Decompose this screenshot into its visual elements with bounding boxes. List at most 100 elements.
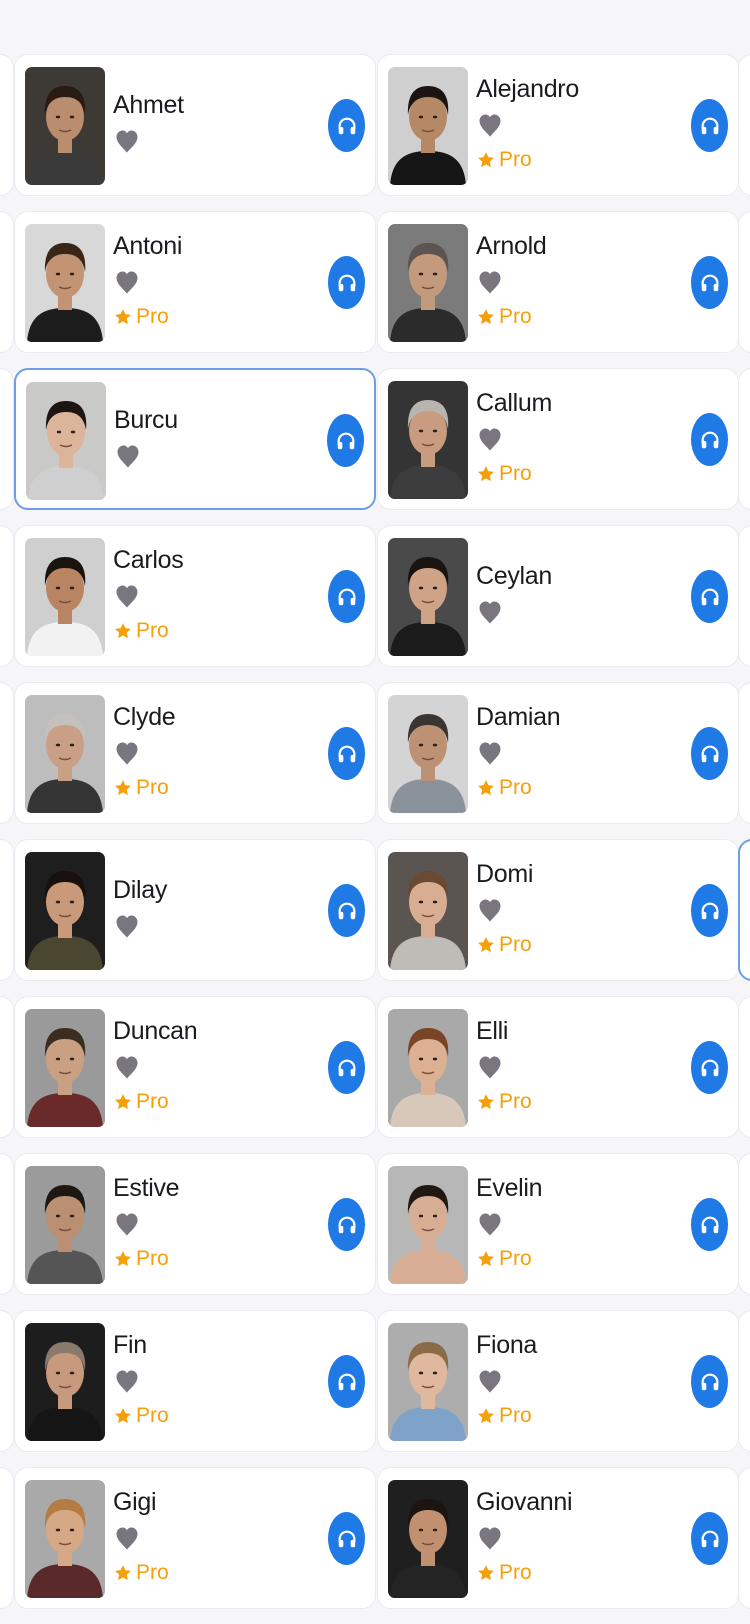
voice-name: Domi (476, 860, 534, 888)
listen-button[interactable] (327, 414, 364, 467)
heart-icon[interactable] (476, 1210, 504, 1238)
listen-button[interactable] (691, 1355, 728, 1408)
offscreen-card-right (738, 1310, 750, 1452)
headphones-icon (338, 1530, 355, 1547)
headphones-icon (701, 1373, 718, 1390)
heart-icon[interactable] (476, 739, 504, 767)
heart-icon[interactable] (113, 1367, 141, 1395)
listen-button[interactable] (328, 1355, 365, 1408)
heart-icon[interactable] (476, 1367, 504, 1395)
listen-button[interactable] (328, 256, 365, 309)
listen-button[interactable] (691, 1512, 728, 1565)
offscreen-card-left (0, 54, 14, 196)
pro-label: Pro (136, 305, 169, 328)
voice-card-antoni[interactable]: Antoni Pro (14, 211, 376, 353)
headphones-icon (338, 588, 355, 605)
offscreen-card-left (0, 1153, 14, 1295)
heart-icon[interactable] (113, 268, 141, 296)
star-icon (478, 1565, 494, 1581)
voice-name: Estive (113, 1174, 180, 1202)
pro-label: Pro (499, 933, 532, 956)
star-icon (115, 1408, 131, 1424)
voice-card-domi[interactable]: Domi Pro (377, 839, 739, 981)
headphones-icon (338, 117, 355, 134)
voice-card-alejandro[interactable]: Alejandro Pro (377, 54, 739, 196)
voice-avatar (25, 1323, 105, 1441)
pro-badge: Pro (113, 1090, 169, 1114)
listen-button[interactable] (691, 413, 728, 466)
voice-card-ahmet[interactable]: Ahmet (14, 54, 376, 196)
voice-card-elli[interactable]: Elli Pro (377, 996, 739, 1138)
voice-name: Fiona (476, 1331, 538, 1359)
listen-button[interactable] (691, 1041, 728, 1094)
pro-badge: Pro (476, 1247, 532, 1271)
voice-card-dilay[interactable]: Dilay (14, 839, 376, 981)
heart-icon[interactable] (476, 896, 504, 924)
listen-button[interactable] (691, 256, 728, 309)
listen-button[interactable] (328, 1198, 365, 1251)
voice-card-giovanni[interactable]: Giovanni Pro (377, 1467, 739, 1609)
star-icon (478, 780, 494, 796)
star-icon (478, 466, 494, 482)
voice-card-fin[interactable]: Fin Pro (14, 1310, 376, 1452)
heart-icon[interactable] (113, 1210, 141, 1238)
heart-icon[interactable] (476, 1053, 504, 1081)
heart-icon[interactable] (113, 127, 141, 155)
pro-badge: Pro (476, 1561, 532, 1585)
heart-icon[interactable] (476, 598, 504, 626)
voice-card-duncan[interactable]: Duncan Pro (14, 996, 376, 1138)
voice-avatar (388, 538, 468, 656)
voice-name: Gigi (113, 1488, 157, 1516)
voice-card-evelin[interactable]: Evelin Pro (377, 1153, 739, 1295)
heart-icon[interactable] (476, 111, 504, 139)
listen-button[interactable] (328, 99, 365, 152)
listen-button[interactable] (691, 1198, 728, 1251)
heart-icon[interactable] (113, 739, 141, 767)
heart-icon[interactable] (114, 442, 142, 470)
heart-icon[interactable] (476, 425, 504, 453)
voice-card-fiona[interactable]: Fiona Pro (377, 1310, 739, 1452)
headphones-icon (338, 1216, 355, 1233)
listen-button[interactable] (691, 884, 728, 937)
listen-button[interactable] (691, 99, 728, 152)
listen-button[interactable] (328, 1041, 365, 1094)
voice-name: Giovanni (476, 1488, 573, 1516)
headphones-icon (337, 432, 354, 449)
listen-button[interactable] (691, 727, 728, 780)
voice-card-callum[interactable]: Callum Pro (377, 368, 739, 510)
star-icon (115, 1251, 131, 1267)
pro-badge: Pro (113, 1247, 169, 1271)
voice-card-estive[interactable]: Estive Pro (14, 1153, 376, 1295)
voice-avatar (25, 852, 105, 970)
voice-card-ceylan[interactable]: Ceylan (377, 525, 739, 667)
pro-label: Pro (136, 1404, 169, 1427)
headphones-icon (701, 1059, 718, 1076)
heart-icon[interactable] (113, 912, 141, 940)
listen-button[interactable] (328, 1512, 365, 1565)
listen-button[interactable] (691, 570, 728, 623)
heart-icon[interactable] (476, 1524, 504, 1552)
listen-button[interactable] (328, 727, 365, 780)
voice-avatar (388, 1480, 468, 1598)
headphones-icon (338, 902, 355, 919)
pro-label: Pro (499, 148, 532, 171)
listen-button[interactable] (328, 884, 365, 937)
voice-avatar (25, 695, 105, 813)
voice-name: Duncan (113, 1017, 198, 1045)
pro-badge: Pro (476, 305, 532, 329)
voice-card-clyde[interactable]: Clyde Pro (14, 682, 376, 824)
heart-icon[interactable] (113, 1524, 141, 1552)
voice-card-damian[interactable]: Damian Pro (377, 682, 739, 824)
voice-card-gigi[interactable]: Gigi Pro (14, 1467, 376, 1609)
voice-avatar (25, 1480, 105, 1598)
heart-icon[interactable] (113, 1053, 141, 1081)
heart-icon[interactable] (476, 268, 504, 296)
listen-button[interactable] (328, 570, 365, 623)
voice-avatar (25, 1009, 105, 1127)
voice-card-arnold[interactable]: Arnold Pro (377, 211, 739, 353)
voice-card-carlos[interactable]: Carlos Pro (14, 525, 376, 667)
headphones-icon (701, 1216, 718, 1233)
star-icon (478, 1251, 494, 1267)
heart-icon[interactable] (113, 582, 141, 610)
voice-card-burcu[interactable]: Burcu (14, 368, 376, 510)
